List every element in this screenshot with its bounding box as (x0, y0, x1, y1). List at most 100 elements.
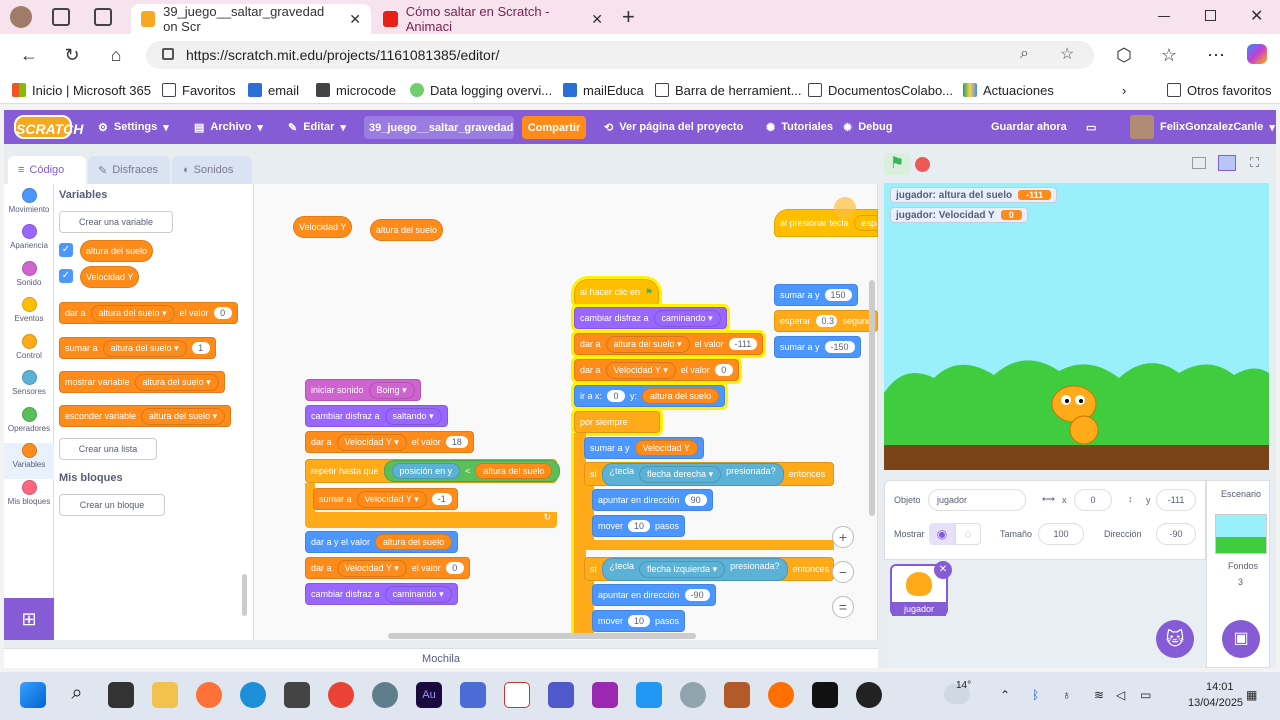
forever-block[interactable]: por siempre (574, 411, 660, 433)
key-pressed-condition[interactable]: ¿tecla flecha derecha ▾ presionada? (601, 462, 784, 486)
costume-dropdown[interactable]: caminando ▾ (384, 585, 452, 603)
file-menu[interactable]: ▤ Archivo ▾ (194, 110, 263, 144)
when-flag-clicked-hat[interactable]: al hacer clic en ⚑ (574, 279, 660, 305)
close-window-icon[interactable]: ✕ (1250, 6, 1263, 26)
value-input[interactable]: 0 (445, 562, 464, 574)
start-sound-block[interactable]: iniciar sonido Boing ▾ (305, 379, 421, 401)
key-dropdown[interactable]: flecha derecha ▾ (639, 465, 722, 483)
zoom-icon[interactable]: ⌕ (1020, 45, 1029, 63)
settings-app-icon[interactable] (372, 682, 398, 708)
tab-code[interactable]: ≡ Código (8, 156, 86, 184)
fav-email[interactable]: email (248, 80, 299, 100)
variable-dropdown[interactable]: altura del suelo ▾ (605, 335, 690, 353)
change-y-minus150-block[interactable]: sumar a y -150 (774, 336, 861, 358)
change-y-block[interactable]: sumar a y Velocidad Y (584, 437, 704, 459)
set-velocidad-block[interactable]: dar a Velocidad Y ▾ el valor 18 (305, 431, 474, 453)
fish-app-icon[interactable] (768, 682, 794, 708)
profile-avatar[interactable] (10, 6, 32, 28)
home-icon[interactable]: ⌂ (105, 44, 127, 66)
set-variable-block[interactable]: dar a altura del suelo ▾ el valor 0 (59, 302, 238, 324)
fav-barra[interactable]: Barra de herramient... (655, 80, 801, 100)
teams-icon[interactable] (548, 682, 574, 708)
zoom-reset-icon[interactable]: = (832, 596, 854, 618)
sound-dropdown[interactable]: Boing ▾ (368, 381, 415, 399)
back-icon[interactable]: ← (18, 44, 40, 66)
direction-input[interactable]: -90 (1156, 523, 1196, 545)
ghost-app-icon[interactable] (680, 682, 706, 708)
tab-sounds[interactable]: ◖ Sonidos (172, 156, 252, 184)
edit-menu[interactable]: ✎ Editar ▾ (288, 110, 346, 144)
steps-input[interactable]: 10 (628, 615, 651, 627)
checkbox-velocidad[interactable]: ✓ (59, 269, 73, 283)
backpack-bar[interactable]: Mochila (4, 648, 878, 668)
green-flag-button[interactable]: ⚑ (884, 153, 910, 175)
fav-more-chevron-icon[interactable]: › (1122, 80, 1126, 100)
less-than-operator[interactable]: posición en y < altura del suelo (383, 460, 561, 482)
set-velocidad-block-s2[interactable]: dar a Velocidad Y ▾ el valor 0 (574, 359, 739, 381)
battery-icon[interactable]: ▭ (1140, 688, 1151, 702)
category-motion[interactable]: Movimiento (4, 188, 54, 224)
file-explorer-icon[interactable] (152, 682, 178, 708)
fav-data-logging[interactable]: Data logging overvi... (410, 80, 552, 100)
puzzle-app-icon[interactable] (592, 682, 618, 708)
set-velocidad-zero-block[interactable]: dar a Velocidad Y ▾ el valor 0 (305, 557, 470, 579)
variable-dropdown[interactable]: altura del suelo ▾ (90, 304, 175, 322)
edge-icon[interactable] (240, 682, 266, 708)
more-icon[interactable]: ⋯ (1205, 44, 1227, 66)
y-position-reporter[interactable]: posición en y (391, 463, 461, 479)
category-my-blocks[interactable]: Mis bloques (4, 480, 54, 516)
zoom-in-icon[interactable]: + (832, 526, 854, 548)
add-sprite-button[interactable]: 🐱︎ (1156, 620, 1194, 658)
variable-dropdown[interactable]: Velocidad Y ▾ (336, 559, 407, 577)
create-variable-button[interactable]: Crear una variable (59, 211, 173, 233)
variable-dropdown[interactable]: altura del suelo ▾ (141, 407, 226, 425)
task-view-icon[interactable] (108, 682, 134, 708)
size-input[interactable]: 100 (1038, 523, 1084, 545)
point-direction-block-2[interactable]: apuntar en dirección -90 (592, 584, 716, 606)
tray-chevron-icon[interactable]: ⌃ (1000, 688, 1010, 702)
favorites-icon[interactable]: ☆ (1158, 44, 1180, 66)
site-info-icon[interactable] (162, 48, 174, 60)
variable-dropdown[interactable]: Velocidad Y ▾ (356, 490, 427, 508)
workspaces-icon[interactable] (52, 8, 70, 26)
direction-input[interactable]: -90 (684, 589, 710, 601)
wifi-icon[interactable]: ≋ (1094, 688, 1104, 702)
value-input[interactable]: 1 (191, 342, 210, 354)
change-variable-block[interactable]: sumar a altura del suelo ▾ 1 (59, 337, 216, 359)
category-variables[interactable]: Variables (4, 443, 54, 479)
variable-dropdown[interactable]: altura del suelo ▾ (102, 339, 187, 357)
if-right-key-block[interactable]: si ¿tecla flecha derecha ▾ presionada? enton… (584, 462, 834, 486)
settings-menu[interactable]: ⚙ Settings ▾ (98, 110, 169, 144)
key-pressed-condition[interactable]: ¿tecla flecha izquierda ▾ presionada? (601, 557, 788, 581)
tab-costumes[interactable]: ✎ Disfraces (88, 156, 170, 184)
url-bar[interactable]: https://scratch.mit.edu/projects/1161081… (146, 41, 1094, 69)
restore-icon[interactable] (1205, 10, 1216, 21)
palette-scrollbar[interactable] (242, 574, 247, 616)
project-title-input[interactable]: 39_juego__saltar_gravedad (364, 116, 514, 139)
clock-date[interactable]: 13/04/2025 (1188, 697, 1243, 709)
value-input[interactable]: -150 (824, 341, 855, 353)
fav-favoritos[interactable]: Favoritos (162, 80, 235, 100)
category-sound[interactable]: Sonido (4, 261, 54, 297)
show-variable-block[interactable]: mostrar variable altura del suelo ▾ (59, 371, 225, 393)
monitor-velocidad[interactable]: jugador: Velocidad Y 0 (890, 207, 1028, 223)
create-list-button[interactable]: Crear una lista (59, 438, 157, 460)
fav-microsoft365[interactable]: Inicio | Microsoft 365 (12, 80, 151, 100)
switch-costume-block-s2[interactable]: cambiar disfraz a caminando ▾ (574, 307, 727, 329)
firefox-icon[interactable] (196, 682, 222, 708)
stage[interactable] (884, 183, 1269, 470)
value-input[interactable]: 150 (824, 289, 852, 301)
monitor-altura[interactable]: jugador: altura del suelo -111 (890, 187, 1058, 203)
goto-xy-block[interactable]: ir a x: 0 y: altura del suelo (574, 385, 726, 407)
new-tab-button[interactable]: + (622, 4, 635, 30)
change-y-150-block[interactable]: sumar a y 150 (774, 284, 858, 306)
add-extension-button[interactable]: ⊞ (4, 598, 54, 640)
search-icon[interactable]: ⌕ (64, 682, 90, 708)
fav-microcode[interactable]: microcode (316, 80, 396, 100)
large-stage-icon[interactable] (1218, 155, 1236, 171)
value-input[interactable]: 18 (445, 436, 468, 448)
power-automate-icon[interactable] (460, 682, 486, 708)
microphone-icon[interactable]: ♁ (1062, 688, 1071, 702)
ground-reporter[interactable]: altura del suelo (375, 534, 453, 550)
steps-input[interactable]: 10 (628, 520, 651, 532)
